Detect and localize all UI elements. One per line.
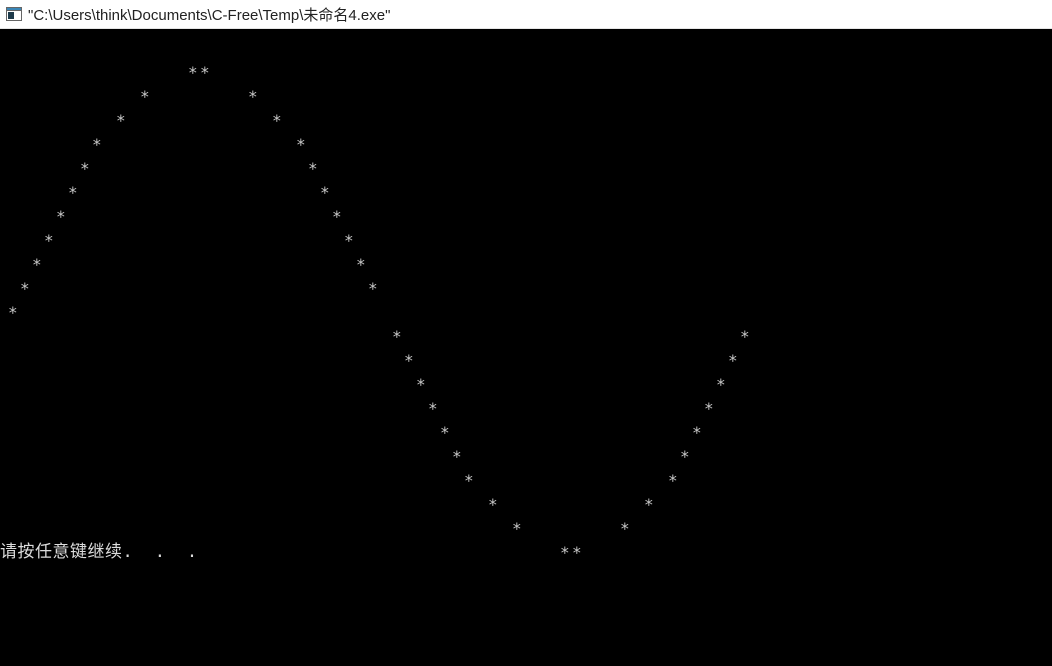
window-titlebar: "C:\Users\think\Documents\C-Free\Temp\未命… [0, 0, 1052, 29]
ascii-star: * [308, 161, 318, 177]
press-any-key-prompt: 请按任意键继续. . . [0, 537, 198, 562]
ascii-star: * [428, 401, 438, 417]
ascii-star: * [200, 65, 210, 81]
ascii-star: * [488, 497, 498, 513]
ascii-star: * [464, 473, 474, 489]
ascii-star: * [368, 281, 378, 297]
ascii-star: * [392, 329, 402, 345]
ascii-star: * [140, 89, 150, 105]
ascii-star: * [692, 425, 702, 441]
ascii-star: * [80, 161, 90, 177]
ascii-star: * [620, 521, 630, 537]
ascii-star: * [272, 113, 282, 129]
ascii-star: * [572, 545, 582, 561]
ascii-star: * [56, 209, 66, 225]
ascii-star: * [296, 137, 306, 153]
ascii-star: * [248, 89, 258, 105]
ascii-star: * [512, 521, 522, 537]
ascii-star: * [416, 377, 426, 393]
ascii-star: * [356, 257, 366, 273]
ascii-star: * [704, 401, 714, 417]
ascii-star: * [740, 329, 750, 345]
console-output-area[interactable]: 请按任意键继续. . . ***************************… [0, 29, 1052, 666]
ascii-star: * [20, 281, 30, 297]
console-app-icon [6, 6, 22, 22]
ascii-star: * [320, 185, 330, 201]
ascii-star: * [8, 305, 18, 321]
ascii-star: * [668, 473, 678, 489]
ascii-star: * [440, 425, 450, 441]
window-title: "C:\Users\think\Documents\C-Free\Temp\未命… [28, 4, 390, 25]
ascii-star: * [680, 449, 690, 465]
ascii-star: * [116, 113, 126, 129]
ascii-star: * [452, 449, 462, 465]
ascii-star: * [728, 353, 738, 369]
ascii-star: * [404, 353, 414, 369]
ascii-star: * [188, 65, 198, 81]
ascii-star: * [44, 233, 54, 249]
ascii-star: * [560, 545, 570, 561]
ascii-star: * [644, 497, 654, 513]
ascii-star: * [68, 185, 78, 201]
ascii-star: * [332, 209, 342, 225]
ascii-star: * [344, 233, 354, 249]
ascii-star: * [32, 257, 42, 273]
ascii-star: * [92, 137, 102, 153]
ascii-star: * [716, 377, 726, 393]
